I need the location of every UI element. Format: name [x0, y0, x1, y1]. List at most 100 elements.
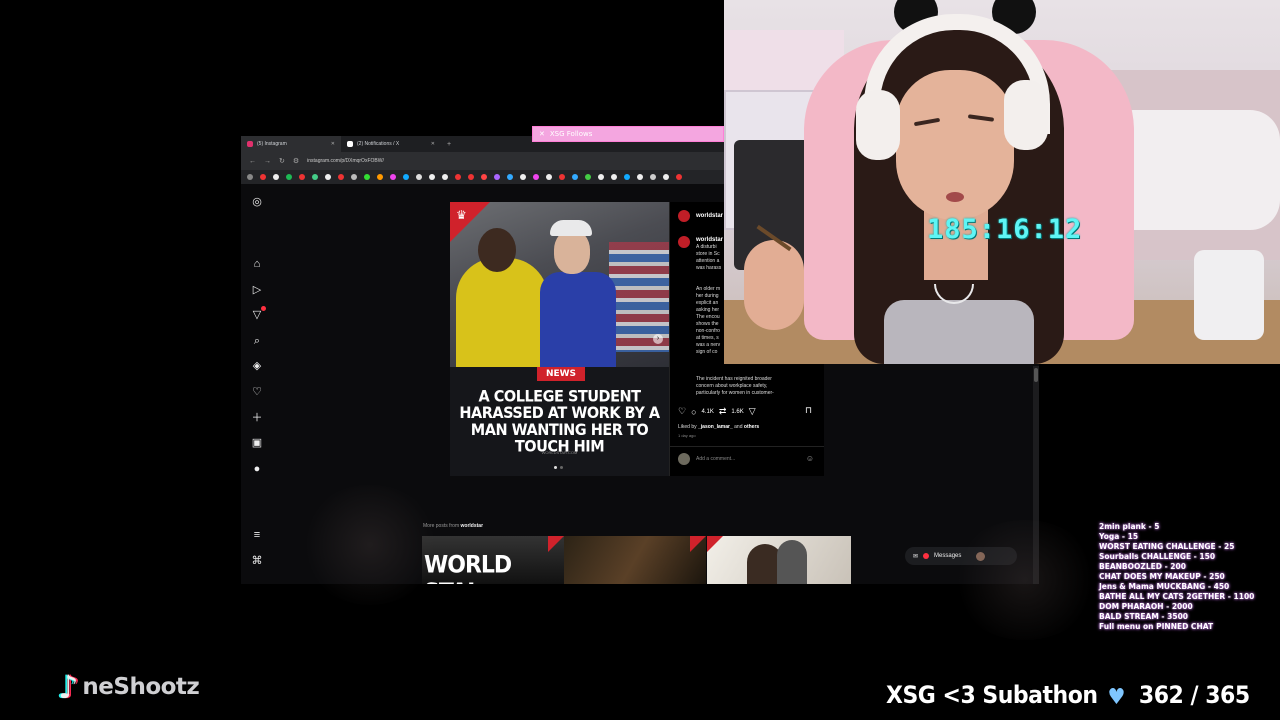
- man-hat: [550, 220, 592, 236]
- bookmark-icon[interactable]: [247, 174, 253, 180]
- search-icon[interactable]: ⌕: [251, 335, 263, 347]
- more-post-thumb-2[interactable]: [564, 536, 706, 584]
- bookmark-icon[interactable]: [676, 174, 682, 180]
- bookmark-icon[interactable]: [494, 174, 500, 180]
- create-icon[interactable]: ＋: [251, 412, 263, 424]
- instagram-icon[interactable]: ◎: [251, 196, 263, 208]
- subathon-banner: XSG <3 Subathon ♥ 362 / 365: [886, 682, 1250, 710]
- bookmark-icon[interactable]: [299, 174, 305, 180]
- share-icon[interactable]: ▽: [749, 406, 756, 417]
- mouth: [946, 192, 964, 202]
- bookmark-icon[interactable]: [663, 174, 669, 180]
- explore-icon[interactable]: ◈: [251, 360, 263, 372]
- menu-icon[interactable]: ≡: [251, 529, 263, 541]
- bookmark-icon[interactable]: [624, 174, 630, 180]
- profile-avatar[interactable]: ●: [251, 463, 263, 475]
- repost-icon[interactable]: ⇄: [719, 406, 727, 417]
- bookmark-icon[interactable]: [260, 174, 266, 180]
- bookmark-icon[interactable]: [338, 174, 344, 180]
- comment-input[interactable]: Add a comment...: [696, 456, 735, 462]
- bookmark-icon[interactable]: [481, 174, 487, 180]
- post-time: 1 day ago: [678, 433, 696, 438]
- bookmark-icon[interactable]: [351, 174, 357, 180]
- comment-row: Add a comment... ☺: [670, 446, 824, 470]
- notifications-icon[interactable]: ▽: [251, 306, 266, 321]
- bookmark-icon[interactable]: [325, 174, 331, 180]
- bookmark-icon[interactable]: [611, 174, 617, 180]
- lamp: [1194, 250, 1264, 340]
- forward-icon[interactable]: →: [264, 158, 271, 165]
- emoji-icon[interactable]: ☺: [806, 454, 814, 463]
- post-username[interactable]: worldstar: [696, 213, 723, 219]
- tiktok-handle: neShootz: [82, 674, 200, 700]
- bookmark-icon[interactable]: [585, 174, 591, 180]
- woman-figure: [456, 258, 548, 367]
- bookmark-icon[interactable]: [546, 174, 552, 180]
- bookmark-icon[interactable]: [377, 174, 383, 180]
- man-figure: [540, 272, 616, 367]
- close-tab-icon[interactable]: ✕: [331, 141, 335, 147]
- bookmark-icon[interactable]: [520, 174, 526, 180]
- bookmark-icon[interactable]: [598, 174, 604, 180]
- bookmark-icon[interactable]: [403, 174, 409, 180]
- caption-block-1: A disturbi store in Sc attention a was h…: [696, 244, 722, 271]
- goal-item: 2min plank - 5: [1099, 522, 1160, 531]
- bookmark-icon[interactable]: [429, 174, 435, 180]
- caption-avatar[interactable]: [678, 236, 690, 248]
- bookmark-icon[interactable]: [559, 174, 565, 180]
- bookmark-icon[interactable]: [364, 174, 370, 180]
- worldstar-corner-logo: [548, 536, 564, 552]
- subathon-label: XSG <3 Subathon: [886, 682, 1098, 710]
- new-tab-icon[interactable]: +: [441, 141, 457, 148]
- bookmark-icon[interactable]: [468, 174, 474, 180]
- save-icon[interactable]: ⊓: [805, 405, 812, 416]
- caption-username[interactable]: worldstar: [696, 237, 723, 243]
- post-headline: A COLLEGE STUDENT HARASSED AT WORK BY A …: [459, 387, 660, 457]
- bookmark-icon[interactable]: [533, 174, 539, 180]
- worldstar-avatar[interactable]: [678, 210, 690, 222]
- tab-label: (2) Notifications / X: [357, 141, 400, 147]
- comment-icon[interactable]: ○: [691, 407, 696, 417]
- caption-tail: The incident has reignited broader conce…: [696, 376, 774, 396]
- bookmark-icon[interactable]: [273, 174, 279, 180]
- repost-count: 1.6K: [731, 408, 744, 415]
- url-field[interactable]: instagram.com/p/DXmqrOxFOBW/: [307, 158, 384, 164]
- reels-icon[interactable]: ▷: [251, 284, 263, 296]
- threads-icon[interactable]: ⌘: [251, 555, 263, 567]
- tab-notifications[interactable]: (2) Notifications / X ✕: [341, 136, 441, 152]
- more-post-thumb-3[interactable]: [707, 536, 851, 584]
- bookmark-icon[interactable]: [390, 174, 396, 180]
- tiktok-icon: ♪: [58, 668, 79, 706]
- messages-badge: [923, 553, 930, 559]
- headphone-cup: [1004, 80, 1048, 150]
- goal-item: Full menu on PINNED CHAT: [1099, 622, 1214, 631]
- reload-icon[interactable]: ↻: [279, 157, 285, 165]
- site-info-icon[interactable]: ⚙: [293, 157, 299, 165]
- bookmark-icon[interactable]: [637, 174, 643, 180]
- bookmark-icon[interactable]: [442, 174, 448, 180]
- goal-item: Sourballs CHALLENGE - 150: [1099, 552, 1216, 561]
- bookmark-icon[interactable]: [286, 174, 292, 180]
- heart-icon[interactable]: ♡: [251, 386, 263, 398]
- dashboard-icon[interactable]: ▣: [251, 437, 263, 449]
- source-url: WORLDSTAR.COM: [541, 450, 578, 455]
- tab-label: (5) Instagram: [257, 141, 287, 147]
- more-post-thumb-1[interactable]: WORLD STAI: [422, 536, 564, 584]
- bookmark-icon[interactable]: [507, 174, 513, 180]
- bookmark-icon[interactable]: [312, 174, 318, 180]
- bookmark-icon[interactable]: [572, 174, 578, 180]
- bookmark-icon[interactable]: [650, 174, 656, 180]
- tab-instagram[interactable]: (5) Instagram ✕: [241, 136, 341, 152]
- next-slide-icon[interactable]: ›: [653, 334, 663, 344]
- close-tab-icon[interactable]: ✕: [431, 141, 435, 147]
- sub-goals-list: 2min plank - 5 Yoga - 15 WORST EATING CHAL…: [1099, 522, 1254, 632]
- comment-count: 4.1K: [701, 408, 714, 415]
- home-icon[interactable]: ⌂: [251, 258, 263, 270]
- post-media[interactable]: ♛ › NEWS A COLLEGE STUDENT HARASSED AT W…: [450, 202, 669, 476]
- back-icon[interactable]: ←: [249, 158, 256, 165]
- bookmark-icon[interactable]: [416, 174, 422, 180]
- bookmark-icon[interactable]: [455, 174, 461, 180]
- alert-text: XSG Follows: [549, 130, 593, 138]
- like-icon[interactable]: ♡: [678, 406, 686, 417]
- streamer-hand: [744, 240, 804, 330]
